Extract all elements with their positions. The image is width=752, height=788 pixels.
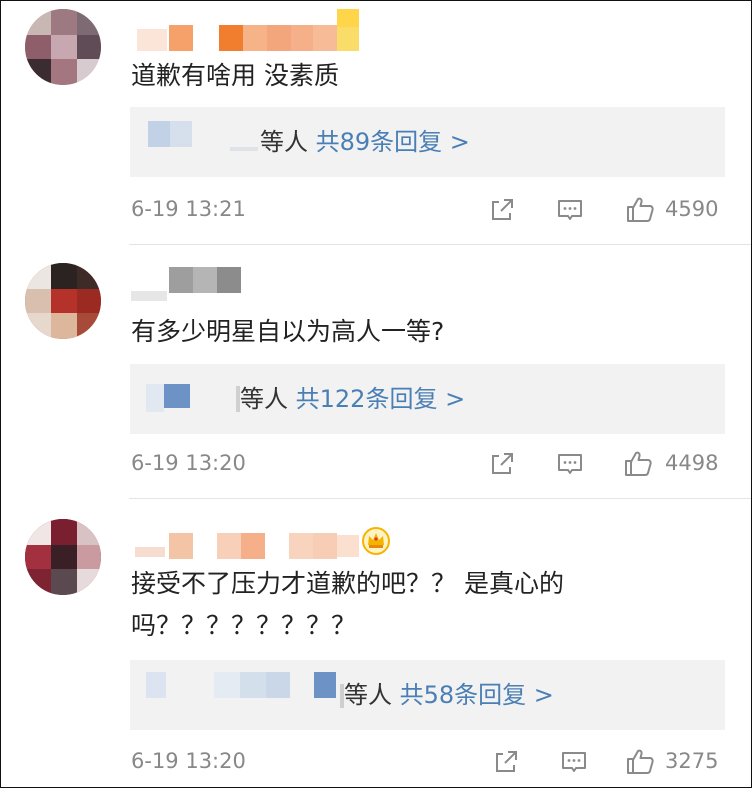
divider [129,498,751,499]
avatar[interactable] [25,263,101,339]
reply-count-link[interactable]: 共122条回复 > [296,385,466,413]
share-icon[interactable] [487,195,517,225]
like-count: 4590 [665,197,719,221]
reply-count-link[interactable]: 共89条回复 > [316,128,470,156]
comment-meta: 6-19 13:21 4590 [1,191,751,231]
reply-users-suffix: 等人 [240,385,288,413]
reply-summary[interactable]: 等人 共89条回复 > [130,107,725,177]
share-icon[interactable] [487,449,517,479]
like-icon[interactable] [623,449,653,479]
comment-icon[interactable] [555,449,585,479]
avatar[interactable] [25,9,101,85]
like-count: 4498 [665,451,719,475]
comment-text-line-1: 接受不了压力才道歉的吧？？ 是真心的 [131,569,564,598]
comment-text: 道歉有啥用 没素质 [131,61,339,90]
comment-text: 有多少明星自以为高人一等? [131,317,445,346]
reply-summary[interactable]: 等人 共122条回复 > [130,364,725,434]
comment-meta: 6-19 13:20 3275 [1,743,751,783]
crown-badge-icon [362,527,390,555]
comment-list: 道歉有啥用 没素质 等人 共89条回复 > 6-19 13:21 4590 有多… [0,0,752,788]
share-icon[interactable] [491,747,521,777]
like-count: 3275 [665,749,719,773]
like-icon[interactable] [625,747,655,777]
reply-count-link[interactable]: 共58条回复 > [400,681,554,709]
divider [129,244,751,245]
reply-summary[interactable]: 等人 共58条回复 > [130,660,725,730]
comment-icon[interactable] [555,195,585,225]
avatar[interactable] [25,519,101,595]
comment-time: 6-19 13:20 [131,749,246,773]
comment-text-line-2: 吗？？？？？？？？ [131,611,357,640]
comment-meta: 6-19 13:20 4498 [1,445,751,485]
reply-users-suffix: 等人 [344,681,392,709]
like-icon[interactable] [625,195,655,225]
reply-users-suffix: 等人 [260,128,308,156]
comment-time: 6-19 13:20 [131,451,246,475]
comment-icon[interactable] [559,747,589,777]
comment-time: 6-19 13:21 [131,197,246,221]
